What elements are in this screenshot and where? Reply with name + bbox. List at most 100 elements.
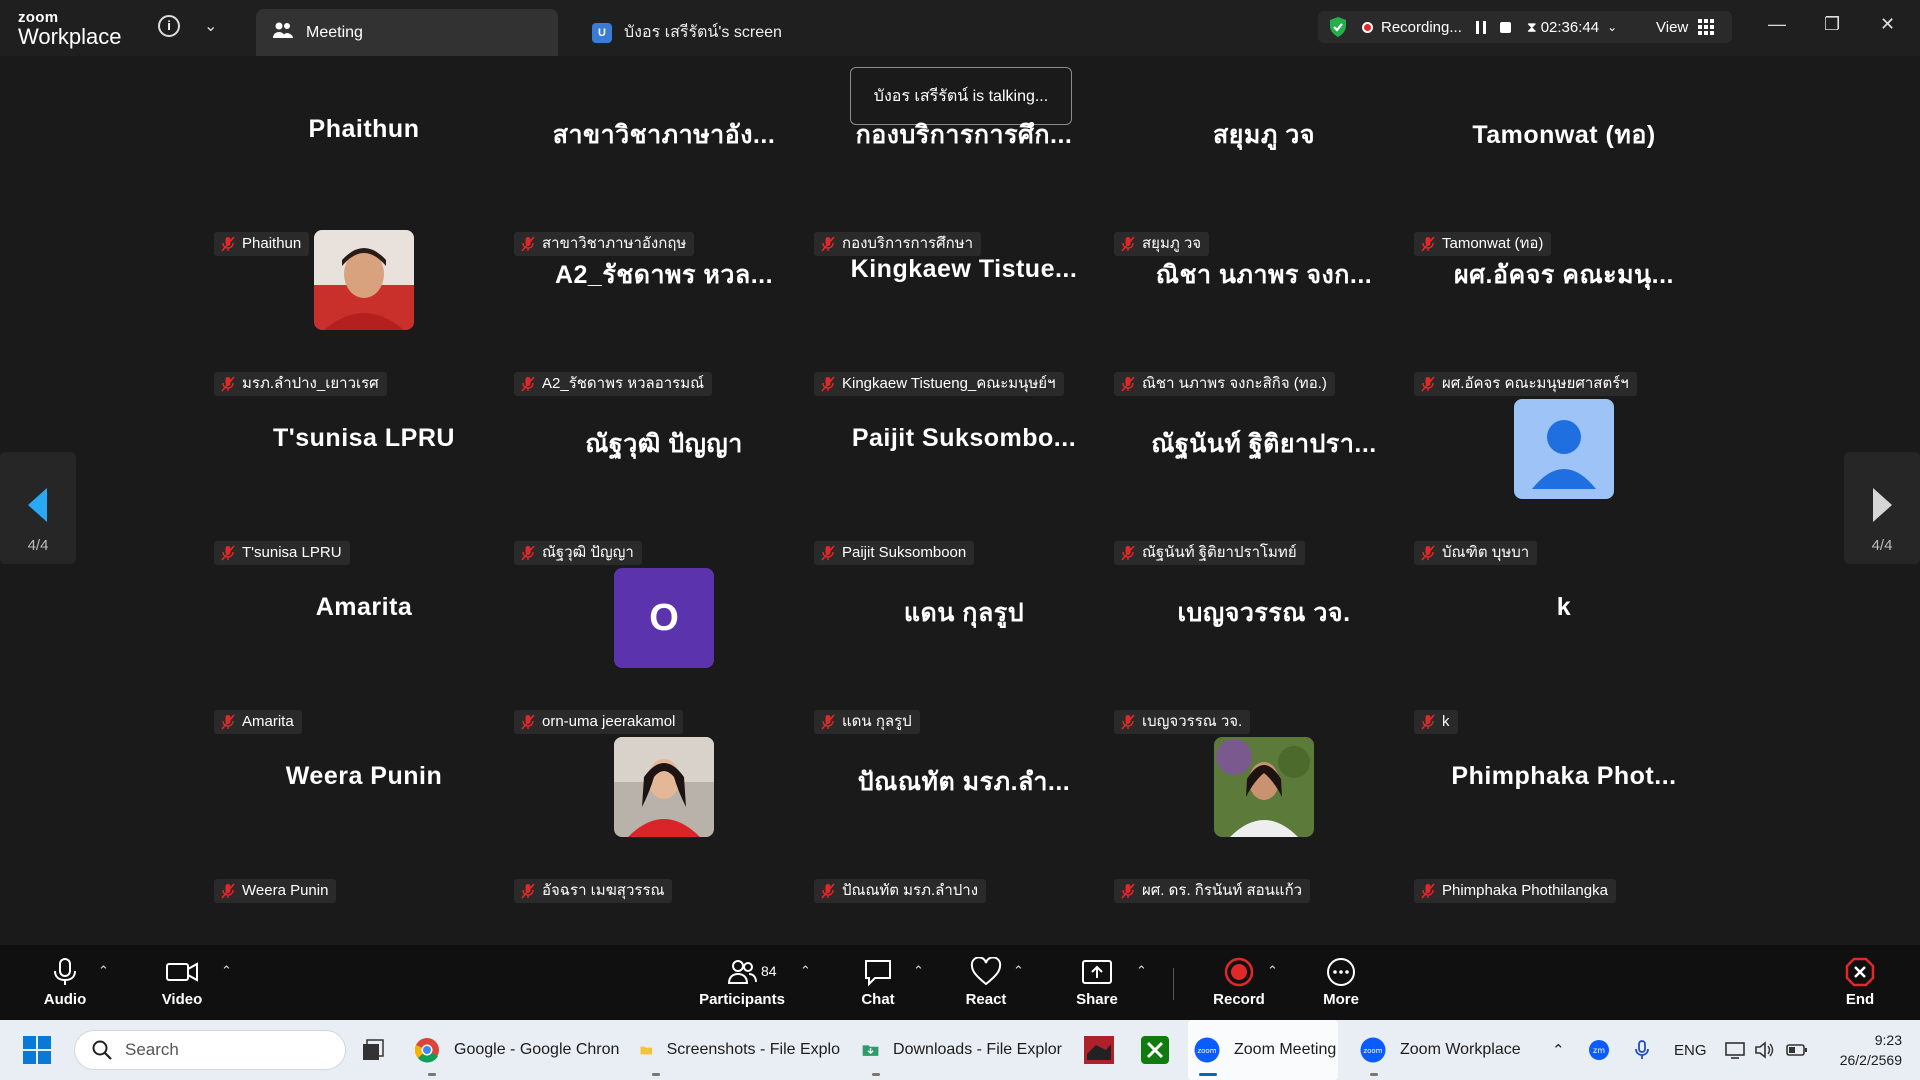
- taskbar-app-xbox[interactable]: [1140, 1020, 1170, 1080]
- participant-tile[interactable]: ณัฐนันท์ ฐิติยาปรา... ณัฐนันท์ ฐิติยาปราโ…: [1114, 399, 1414, 565]
- participant-display-name: ปัณณทัต มรภ.ลำ...: [857, 768, 1071, 796]
- taskbar-search-box[interactable]: Search: [74, 1030, 346, 1070]
- view-button[interactable]: View: [1656, 11, 1715, 43]
- participant-tile[interactable]: บัณฑิต บุษบา: [1414, 399, 1714, 565]
- participant-name-label: Paijit Suksomboon: [814, 541, 975, 565]
- audio-button[interactable]: Audio: [40, 957, 90, 1008]
- participant-tile[interactable]: A2_รัชดาพร หวล... A2_รัชดาพร หวลอารมณ์: [514, 230, 814, 396]
- shield-check-icon[interactable]: [1328, 16, 1348, 38]
- record-label: Record: [1213, 991, 1265, 1008]
- participant-display-name: Phaithun: [308, 115, 420, 143]
- participant-tile[interactable]: ผศ.อัคจร คณะมนุ... ผศ.อัคจร คณะมนุษยศาสตร…: [1414, 230, 1714, 396]
- participant-tile[interactable]: Paijit Suksombo... Paijit Suksomboon: [814, 399, 1114, 565]
- participant-tile[interactable]: Phaithun Phaithun: [214, 90, 514, 256]
- taskbar-clock[interactable]: 9:23 26/2/2569: [1826, 1030, 1902, 1070]
- participant-tile[interactable]: อัจฉรา เมฆสุวรรณ: [514, 737, 814, 903]
- battery-icon[interactable]: [1786, 1020, 1808, 1080]
- audio-options-chevron-icon[interactable]: ⌃: [98, 963, 109, 979]
- mic-muted-icon: [1421, 714, 1435, 730]
- participant-tile[interactable]: Amarita Amarita: [214, 568, 514, 734]
- react-options-chevron-icon[interactable]: ⌃: [1013, 963, 1024, 979]
- participant-tile[interactable]: มรภ.ลำปาง_เยาวเรศ: [214, 230, 514, 396]
- tray-microphone-icon[interactable]: [1634, 1020, 1650, 1080]
- participant-name-text: Paijit Suksomboon: [842, 544, 967, 561]
- record-options-chevron-icon[interactable]: ⌃: [1267, 963, 1278, 979]
- participant-name-label: มรภ.ลำปาง_เยาวเรศ: [214, 372, 387, 396]
- share-options-chevron-icon[interactable]: ⌃: [1136, 963, 1147, 979]
- participant-tile[interactable]: สยุมภู วจ สยุมภู วจ: [1114, 90, 1414, 256]
- participant-tile[interactable]: Kingkaew Tistue... Kingkaew Tistueng_คณะม…: [814, 230, 1114, 396]
- participants-options-chevron-icon[interactable]: ⌃: [800, 963, 811, 979]
- pause-recording-icon[interactable]: [1475, 20, 1486, 34]
- participant-tile[interactable]: แดน กุลรูป แดน กุลรูป: [814, 568, 1114, 734]
- participant-tile[interactable]: Oorn-uma jeerakamol: [514, 568, 814, 734]
- volume-icon[interactable]: [1754, 1020, 1776, 1080]
- network-icon[interactable]: [1724, 1020, 1746, 1080]
- chevron-down-icon[interactable]: ⌄: [204, 16, 217, 36]
- start-button[interactable]: [22, 1020, 52, 1080]
- clock-date: 26/2/2569: [1839, 1052, 1902, 1068]
- running-indicator: [872, 1073, 880, 1076]
- tray-overflow-chevron-icon[interactable]: ⌃: [1552, 1020, 1565, 1080]
- timer-chevron-icon[interactable]: ⌄: [1607, 20, 1617, 34]
- participant-tile[interactable]: T'sunisa LPRU T'sunisa LPRU: [214, 399, 514, 565]
- taskbar-app-downloads[interactable]: Downloads - File Explor: [862, 1020, 1062, 1080]
- taskbar-app-zoom-workplace[interactable]: zoom Zoom Workplace: [1360, 1020, 1524, 1080]
- participant-name-label: เบญจวรรณ วจ.: [1114, 710, 1251, 734]
- zoom-workplace-logo: zoom Workplace: [18, 10, 122, 48]
- tab-meeting[interactable]: Meeting: [256, 9, 558, 56]
- next-page-button[interactable]: 4/4: [1844, 452, 1920, 564]
- stop-recording-icon[interactable]: [1499, 21, 1511, 33]
- svg-text:zoom: zoom: [1197, 1047, 1216, 1055]
- taskbar-app-zoom-meeting[interactable]: zoom Zoom Meeting: [1188, 1020, 1338, 1080]
- task-view-button[interactable]: [360, 1020, 386, 1080]
- input-language[interactable]: ENG: [1674, 1020, 1707, 1080]
- share-button[interactable]: Share: [1073, 957, 1121, 1008]
- video-button[interactable]: Video: [156, 957, 208, 1008]
- taskbar-app-game[interactable]: [1084, 1020, 1114, 1080]
- participant-tile[interactable]: ผศ. ดร. กิรนันท์ สอนแก้ว: [1114, 737, 1414, 903]
- game-app-icon: [1084, 1036, 1114, 1064]
- participant-name-text: อัจฉรา เมฆสุวรรณ: [542, 882, 665, 899]
- chat-options-chevron-icon[interactable]: ⌃: [913, 963, 924, 979]
- tray-zoom-icon[interactable]: zm: [1588, 1020, 1610, 1080]
- more-button[interactable]: More: [1320, 957, 1362, 1008]
- participant-tile[interactable]: Phimphaka Phot... Phimphaka Phothilangka: [1414, 737, 1714, 903]
- participant-tile[interactable]: กองบริการการศึก... กองบริการการศึกษา: [814, 90, 1114, 256]
- mic-muted-icon: [1121, 376, 1135, 392]
- close-icon[interactable]: ✕: [1880, 14, 1895, 35]
- participant-name-text: บัณฑิต บุษบา: [1442, 544, 1530, 561]
- participant-tile[interactable]: kk: [1414, 568, 1714, 734]
- info-icon[interactable]: i: [158, 15, 180, 37]
- participant-tile[interactable]: เบญจวรรณ วจ. เบญจวรรณ วจ.: [1114, 568, 1414, 734]
- participant-tile[interactable]: ณิชา นภาพร จงก... ณิชา นภาพร จงกะสิกิจ (ท…: [1114, 230, 1414, 396]
- participant-tile[interactable]: สาขาวิชาภาษาอัง... สาขาวิชาภาษาอังกฤษ: [514, 90, 814, 256]
- tab-shared-screen[interactable]: U บังอร เสรีรัตน์'s screen: [576, 9, 816, 56]
- xbox-icon: [1141, 1036, 1169, 1064]
- windows-taskbar: Search Google - Google Chron Screenshots…: [0, 1020, 1920, 1080]
- participant-display-name: Phimphaka Phot...: [1451, 762, 1677, 790]
- participant-tile[interactable]: ปัณณทัต มรภ.ลำ... ปัณณทัต มรภ.ลำปาง: [814, 737, 1114, 903]
- participant-name-label: ผศ.อัคจร คณะมนุษยศาสตร์ฯ: [1414, 372, 1637, 396]
- video-label: Video: [161, 991, 203, 1008]
- end-meeting-button[interactable]: End: [1840, 957, 1880, 1008]
- restore-icon[interactable]: ❐: [1824, 14, 1840, 35]
- participant-tile[interactable]: Tamonwat (ทอ) Tamonwat (ทอ): [1414, 90, 1714, 256]
- video-options-chevron-icon[interactable]: ⌃: [221, 963, 232, 979]
- recording-dot-icon: [1362, 21, 1373, 33]
- chat-button[interactable]: Chat: [855, 957, 901, 1008]
- participant-name-label: k: [1414, 710, 1458, 734]
- mic-muted-icon: [221, 714, 235, 730]
- participant-display-name: ณิชา นภาพร จงก...: [1155, 261, 1373, 289]
- prev-page-button[interactable]: 4/4: [0, 452, 76, 564]
- taskbar-app-chrome[interactable]: Google - Google Chron: [414, 1020, 620, 1080]
- minimize-icon[interactable]: —: [1768, 14, 1786, 35]
- record-button[interactable]: Record: [1210, 957, 1268, 1008]
- react-button[interactable]: React: [961, 957, 1011, 1008]
- participant-display-name: Weera Punin: [285, 762, 443, 790]
- brand-bottom: Workplace: [18, 24, 122, 49]
- zoom-window: zoom Workplace i ⌄ Meeting U บังอร เสรีร…: [0, 0, 1920, 1080]
- participant-tile[interactable]: ณัฐวุฒิ ปัญญา ณัฐวุฒิ ปัญญา: [514, 399, 814, 565]
- taskbar-app-screenshots[interactable]: Screenshots - File Explo: [640, 1020, 840, 1080]
- participant-tile[interactable]: Weera Punin Weera Punin: [214, 737, 514, 903]
